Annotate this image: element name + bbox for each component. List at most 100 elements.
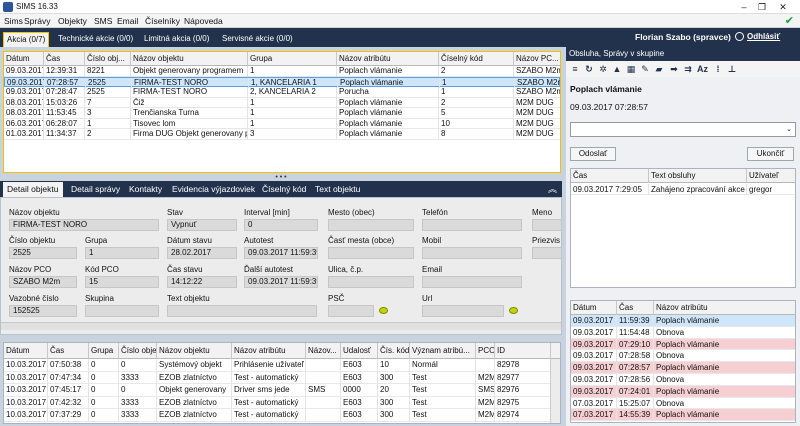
menu-email[interactable]: Email xyxy=(117,16,138,26)
tab-technicke-akcie[interactable]: Technické akcie (0/0) xyxy=(55,32,136,47)
tools-icon[interactable]: ✎ xyxy=(640,64,650,74)
field-ulica[interactable] xyxy=(328,276,414,288)
menu-sms[interactable]: SMS xyxy=(94,16,112,26)
table-row[interactable]: 01.03.2017 11:34:37 2 Firma DUG Objekt gene… xyxy=(4,129,560,140)
field-psc[interactable] xyxy=(328,305,374,317)
table-row[interactable]: 10.03.2017 07:42:32 0 3333 EZOB zlatníctvo Te… xyxy=(4,396,560,409)
col-nazov-atributu[interactable]: Názov atribútu xyxy=(337,52,439,66)
field-cislo-objektu[interactable]: 2525 xyxy=(9,247,77,259)
table-row[interactable]: 08.03.2017 11:53:45 3 Trenčianska Turna 1 Pop… xyxy=(4,108,560,119)
col-svc-uzivatel[interactable]: Užívateľ xyxy=(747,169,795,183)
table-row[interactable]: 08.03.2017 15:03:26 7 Čiž 1 Poplach vlámanie 2… xyxy=(4,97,560,108)
link-icon[interactable] xyxy=(509,307,518,314)
map-icon[interactable] xyxy=(379,307,388,314)
table-row[interactable]: 09.03.2017 07:28:47 2525 FIRMA-TEST NORO 2, … xyxy=(4,87,560,98)
grid-icon[interactable]: ▦ xyxy=(626,64,636,74)
field-email[interactable] xyxy=(422,276,522,288)
close-icon[interactable]: ✕ xyxy=(776,1,790,13)
col-datum[interactable]: Dátum xyxy=(4,52,44,66)
finish-button[interactable]: Ukončiť xyxy=(747,147,794,161)
field-autotest[interactable]: 09.03.2017 11:59:39 xyxy=(244,247,318,259)
col-grupa[interactable]: Grupa xyxy=(248,52,337,66)
col-ev-cislo-objektu[interactable]: Číslo obje... xyxy=(119,343,157,359)
events-scrollbar[interactable] xyxy=(550,359,560,423)
table-row[interactable]: 09.03.2017 07:28:58 Obnova xyxy=(571,350,795,363)
field-grupa[interactable]: 1 xyxy=(85,247,159,259)
table-row[interactable]: 10.03.2017 07:50:38 0 0 Systémový objekt Prih… xyxy=(4,359,560,372)
list-icon[interactable]: ≡ xyxy=(570,64,580,74)
field-text-objektu[interactable] xyxy=(167,305,317,317)
field-dalsi-autotest[interactable]: 09.03.2017 11:59:39 xyxy=(244,276,318,288)
field-telefon[interactable] xyxy=(422,219,522,231)
table-row[interactable]: 07.03.2017 15:25:07 Obnova xyxy=(571,397,795,410)
collapse-icon[interactable]: ︽ xyxy=(548,182,557,195)
warning-icon[interactable]: ▲ xyxy=(612,64,622,74)
field-url[interactable] xyxy=(422,305,504,317)
table-row[interactable]: 10.03.2017 07:47:34 0 3333 EZOB zlatníctvo Te… xyxy=(4,371,560,384)
tab-detail-objektu[interactable]: Detail objektu xyxy=(3,182,63,197)
menu-sims[interactable]: Sims xyxy=(4,16,23,26)
col-ev-nazov-objektu[interactable]: Názov objektu xyxy=(157,343,232,359)
table-row[interactable]: 09.03.2017 07:28:56 Obnova xyxy=(571,374,795,386)
restore-icon[interactable]: ❐ xyxy=(755,1,769,13)
col-ev-udalost[interactable]: Udalosť xyxy=(341,343,378,359)
field-nazov-pco[interactable]: SZABO M2m xyxy=(9,276,77,288)
table-row[interactable]: 09.03.2017 07:28:57 Poplach vlámanie xyxy=(571,362,795,374)
col-svc-cas[interactable]: Čas xyxy=(571,169,649,183)
field-cas-stavu[interactable]: 14:12:22 xyxy=(167,276,237,288)
menu-spravy[interactable]: Správy xyxy=(24,16,50,26)
sort-az-icon[interactable]: Az xyxy=(697,64,708,74)
columns-icon[interactable]: ⁞ xyxy=(713,64,723,74)
field-nazov-objektu[interactable]: FIRMA-TEST NORO xyxy=(9,219,159,231)
table-row[interactable]: 10.03.2017 07:45:17 0 0 Objekt generovany Dri… xyxy=(4,384,560,397)
col-svc-text[interactable]: Text obsluhy xyxy=(649,169,747,183)
col-ev-nazov-atributu[interactable]: Názov atribútu xyxy=(232,343,306,359)
col-ev-grupa[interactable]: Grupa xyxy=(89,343,119,359)
field-mesto[interactable] xyxy=(328,219,414,231)
tab-text-objektu[interactable]: Text objektu xyxy=(311,182,364,197)
table-row[interactable]: 10.03.2017 07:37:29 0 3333 EZOB zlatníctvo Te… xyxy=(4,409,560,422)
detail-horizontal-scrollbar[interactable] xyxy=(1,322,561,330)
table-row[interactable]: 09.03.2017 11:59:39 Poplach vlámanie xyxy=(571,315,795,327)
menu-napoveda[interactable]: Nápoveda xyxy=(184,16,223,26)
forward-icon[interactable]: ➡ xyxy=(669,64,679,74)
table-row[interactable]: 09.03.2017 11:54:48 Obnova xyxy=(571,326,795,339)
col-ciselny-kod[interactable]: Číselný kód xyxy=(439,52,514,66)
action-combobox[interactable]: ⌄ xyxy=(570,122,796,137)
chevron-down-icon[interactable]: ⌄ xyxy=(786,125,792,133)
field-priezvisko[interactable] xyxy=(532,247,562,259)
table-row[interactable]: 09.03.2017 7:29:05 Zahájeno zpracování a… xyxy=(571,184,795,195)
tab-detail-spravy[interactable]: Detail správy xyxy=(67,182,124,197)
tab-kontakty[interactable]: Kontakty xyxy=(125,182,166,197)
col-ev-pco[interactable]: PCO xyxy=(476,343,495,359)
power-icon[interactable] xyxy=(735,32,744,41)
gear-icon[interactable]: ✲ xyxy=(598,64,608,74)
minimize-icon[interactable]: – xyxy=(737,1,751,13)
tab-evidencia-vyjazdoviek[interactable]: Evidencia výjazdoviek xyxy=(168,182,259,197)
send-button[interactable]: Odoslať xyxy=(570,147,616,161)
arrow-double-icon[interactable]: ⇉ xyxy=(683,64,693,74)
col-ev-cis-kod[interactable]: Čís. kód xyxy=(378,343,410,359)
table-row[interactable]: 06.03.2017 06:28:07 1 Tisovec lom 1 Poplach v… xyxy=(4,118,560,129)
vehicle-icon[interactable]: ▰ xyxy=(654,64,664,74)
table-row[interactable]: 07.03.2017 14:55:39 Poplach vlámanie xyxy=(571,409,795,422)
col-cas[interactable]: Čas xyxy=(44,52,85,66)
col-hist-nazov[interactable]: Názov atribútu xyxy=(654,301,795,315)
col-hist-datum[interactable]: Dátum xyxy=(571,301,617,315)
tab-limitna-akcia[interactable]: Limitná akcia (0/0) xyxy=(141,32,212,47)
logout-link[interactable]: Odhlásiť xyxy=(747,32,780,41)
field-cast-mesta[interactable] xyxy=(328,247,414,259)
menu-objekty[interactable]: Objekty xyxy=(58,16,87,26)
col-ev-nazov[interactable]: Názov... xyxy=(306,343,341,359)
field-vazobne-cislo[interactable]: 152525 xyxy=(9,305,77,317)
field-mobil[interactable] xyxy=(422,247,522,259)
field-interval[interactable]: 0 xyxy=(244,219,318,231)
menu-ciselniky[interactable]: Číselníky xyxy=(145,16,180,26)
table-row[interactable]: 09.03.2017 07:29:10 Poplach vlámanie xyxy=(571,338,795,351)
field-kod-pco[interactable]: 15 xyxy=(85,276,159,288)
tab-servisne-akcie[interactable]: Servisné akcie (0/0) xyxy=(219,32,296,47)
col-ev-cas[interactable]: Čas xyxy=(48,343,89,359)
col-ev-id[interactable]: ID xyxy=(495,343,551,359)
col-nazov-objektu[interactable]: Názov objektu xyxy=(131,52,248,66)
table-row[interactable]: 09.03.2017 07:28:57 2525 FIRMA-TEST NORO 1, … xyxy=(4,76,560,88)
